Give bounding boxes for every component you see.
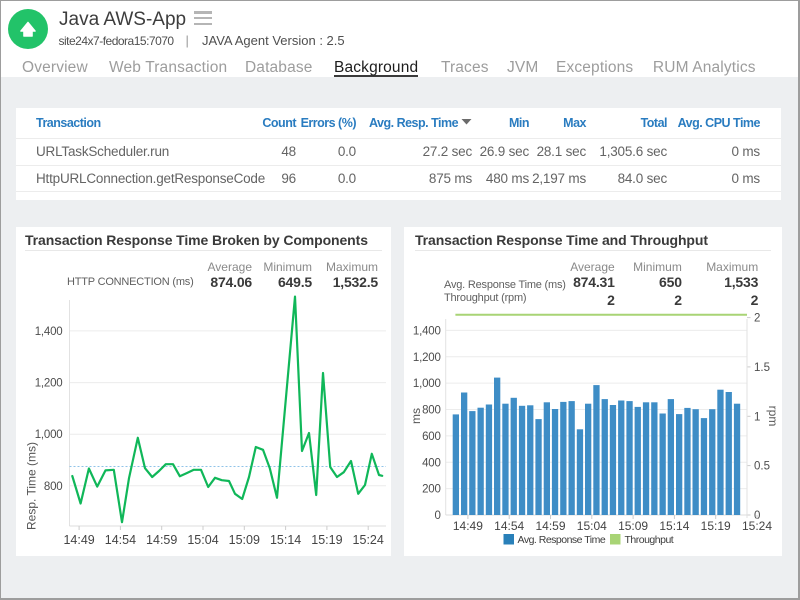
svg-text:15:19: 15:19 bbox=[311, 533, 342, 547]
svg-text:14:54: 14:54 bbox=[105, 533, 136, 547]
svg-text:15:04: 15:04 bbox=[187, 533, 218, 547]
svg-text:1,400: 1,400 bbox=[35, 326, 63, 338]
svg-text:1,000: 1,000 bbox=[35, 429, 63, 441]
svg-text:15:14: 15:14 bbox=[270, 533, 301, 547]
svg-text:200: 200 bbox=[422, 484, 441, 496]
svg-text:1,000: 1,000 bbox=[413, 378, 441, 390]
svg-text:0: 0 bbox=[434, 510, 440, 522]
svg-text:Throughput: Throughput bbox=[625, 534, 674, 546]
svg-text:600: 600 bbox=[422, 431, 441, 443]
svg-text:2: 2 bbox=[754, 313, 760, 325]
svg-text:400: 400 bbox=[422, 457, 441, 469]
svg-text:14:49: 14:49 bbox=[63, 533, 94, 547]
svg-text:Resp. Time (ms): Resp. Time (ms) bbox=[25, 442, 39, 530]
svg-text:15:24: 15:24 bbox=[353, 533, 384, 547]
svg-text:14:54: 14:54 bbox=[494, 519, 524, 533]
svg-text:14:59: 14:59 bbox=[535, 519, 565, 533]
svg-text:15:09: 15:09 bbox=[229, 533, 260, 547]
svg-text:15:09: 15:09 bbox=[618, 519, 648, 533]
svg-text:14:49: 14:49 bbox=[453, 519, 483, 533]
svg-text:14:59: 14:59 bbox=[146, 533, 177, 547]
svg-text:1,200: 1,200 bbox=[413, 352, 441, 364]
svg-text:1.5: 1.5 bbox=[754, 362, 770, 374]
svg-text:15:24: 15:24 bbox=[742, 519, 772, 533]
svg-text:0.5: 0.5 bbox=[754, 461, 770, 473]
svg-text:800: 800 bbox=[44, 481, 63, 493]
svg-text:800: 800 bbox=[422, 405, 441, 417]
svg-text:15:04: 15:04 bbox=[577, 519, 607, 533]
svg-text:1,200: 1,200 bbox=[35, 378, 63, 390]
svg-text:Avg. Response Time: Avg. Response Time bbox=[518, 534, 606, 546]
svg-text:rpm: rpm bbox=[766, 406, 780, 427]
svg-text:1,400: 1,400 bbox=[413, 325, 441, 337]
svg-text:15:14: 15:14 bbox=[659, 519, 689, 533]
svg-text:ms: ms bbox=[409, 408, 423, 424]
svg-text:1: 1 bbox=[754, 411, 760, 423]
svg-text:15:19: 15:19 bbox=[701, 519, 731, 533]
